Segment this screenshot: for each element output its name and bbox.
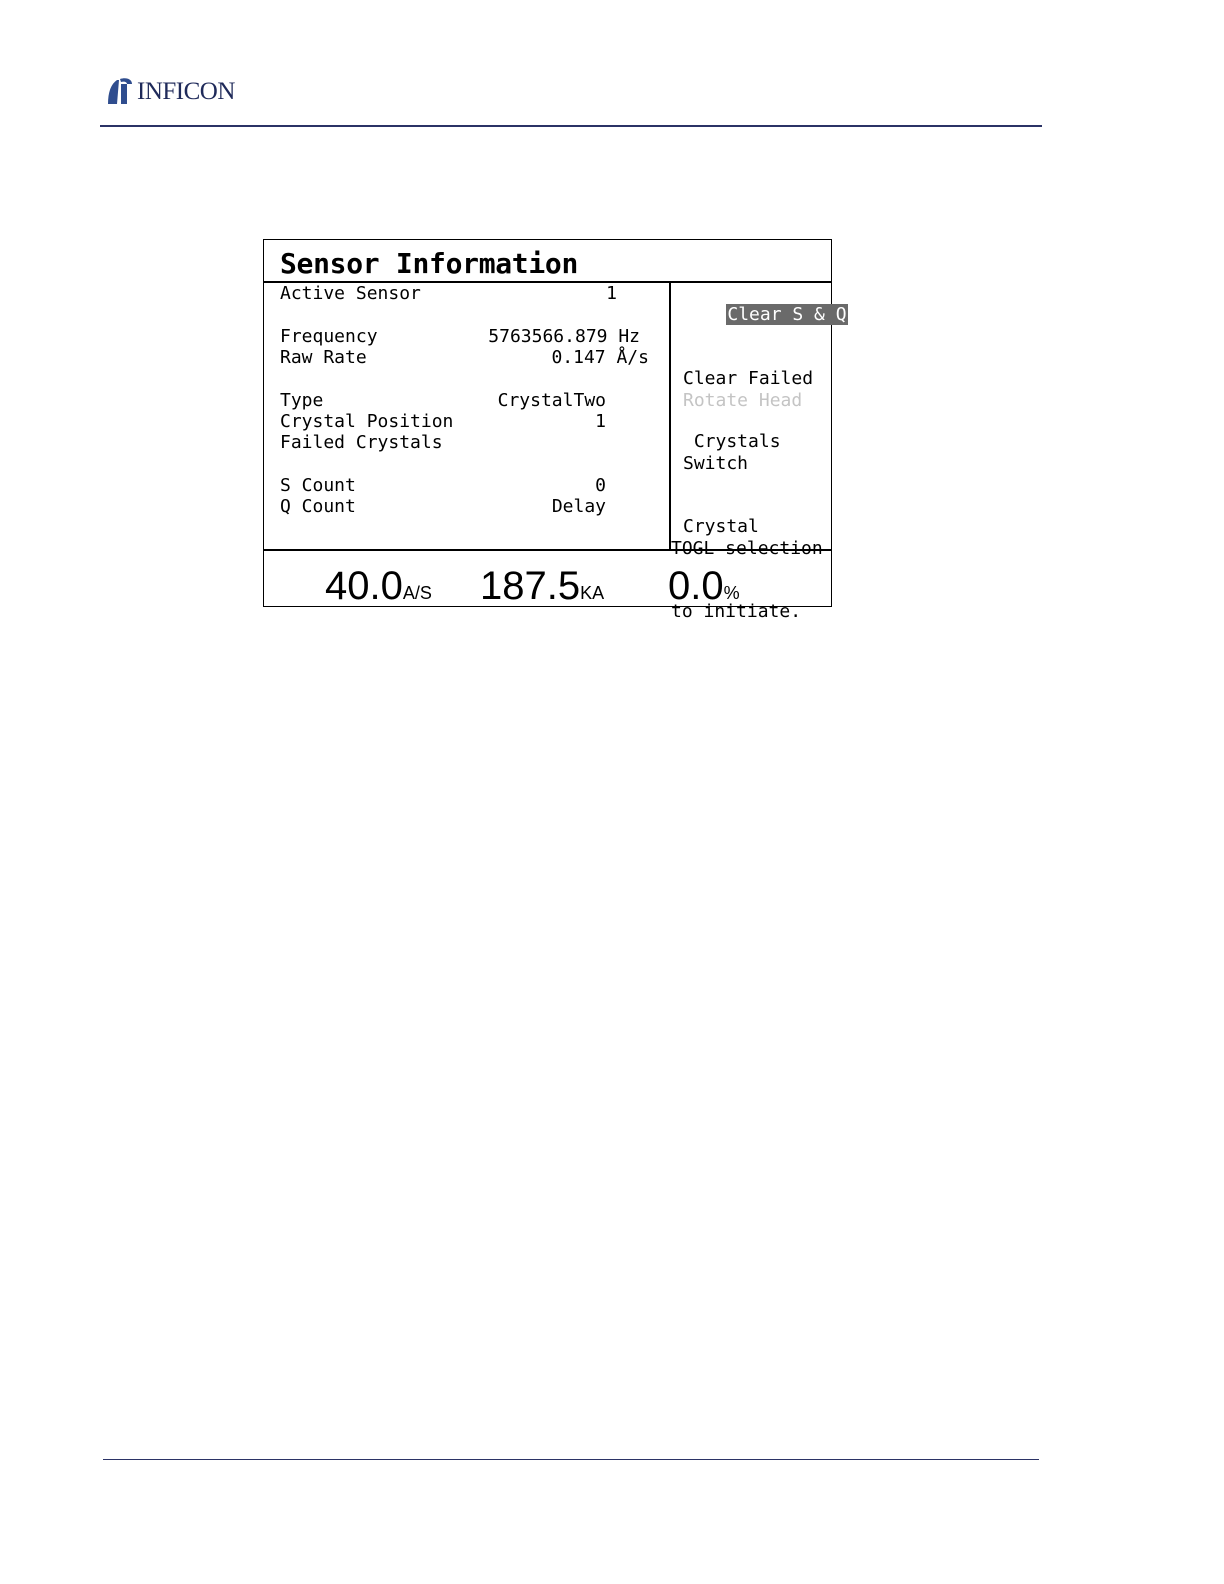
power-value: 0.0 (668, 564, 724, 608)
sensor-information-screen: Sensor Information Active Sensor 1 Frequ… (263, 239, 848, 622)
raw-rate-value: 0.147 Å/s (551, 347, 649, 368)
switch-crystal-line-1: Switch (683, 453, 749, 474)
rate-unit: A/S (402, 583, 432, 603)
raw-rate-label: Raw Rate (280, 347, 367, 368)
power-unit: % (723, 583, 740, 603)
header-rule (100, 125, 1042, 127)
brand-name: INFICON (137, 77, 235, 105)
frequency-value: 5763566.879 Hz (488, 326, 640, 347)
clear-failed-line-1: Clear Failed (683, 368, 814, 389)
power-readout: 0.0% (668, 566, 740, 613)
q-count-value: Delay (551, 496, 606, 517)
s-count-value: 0 (595, 475, 606, 496)
togl-hint-line-1: TOGL selection (671, 538, 823, 559)
q-count-label: Q Count (280, 496, 356, 517)
failed-crystals-label: Failed Crystals (280, 432, 443, 453)
frequency-label: Frequency (280, 326, 378, 347)
rotate-head-menu-item: Rotate Head (683, 390, 803, 411)
rate-value: 40.0 (325, 564, 403, 608)
crystal-position-label: Crystal Position (280, 411, 454, 432)
inficon-logo: INFICON (105, 76, 235, 106)
active-sensor-label: Active Sensor (280, 283, 421, 304)
s-count-label: S Count (280, 475, 356, 496)
thickness-unit: KA (580, 583, 605, 603)
inficon-logo-mark-icon (108, 78, 132, 104)
crystal-position-value: 1 (595, 411, 606, 432)
active-sensor-value: 1 (606, 283, 617, 304)
thickness-value: 187.5 (480, 564, 581, 608)
rate-readout: 40.0A/S (325, 566, 432, 613)
type-label: Type (280, 390, 324, 411)
thickness-readout: 187.5KA (480, 566, 604, 613)
clear-s-q-label: Clear S & Q (726, 304, 848, 325)
screen-title: Sensor Information (280, 247, 579, 280)
type-value: CrystalTwo (497, 390, 606, 411)
footer-rule (103, 1459, 1039, 1460)
